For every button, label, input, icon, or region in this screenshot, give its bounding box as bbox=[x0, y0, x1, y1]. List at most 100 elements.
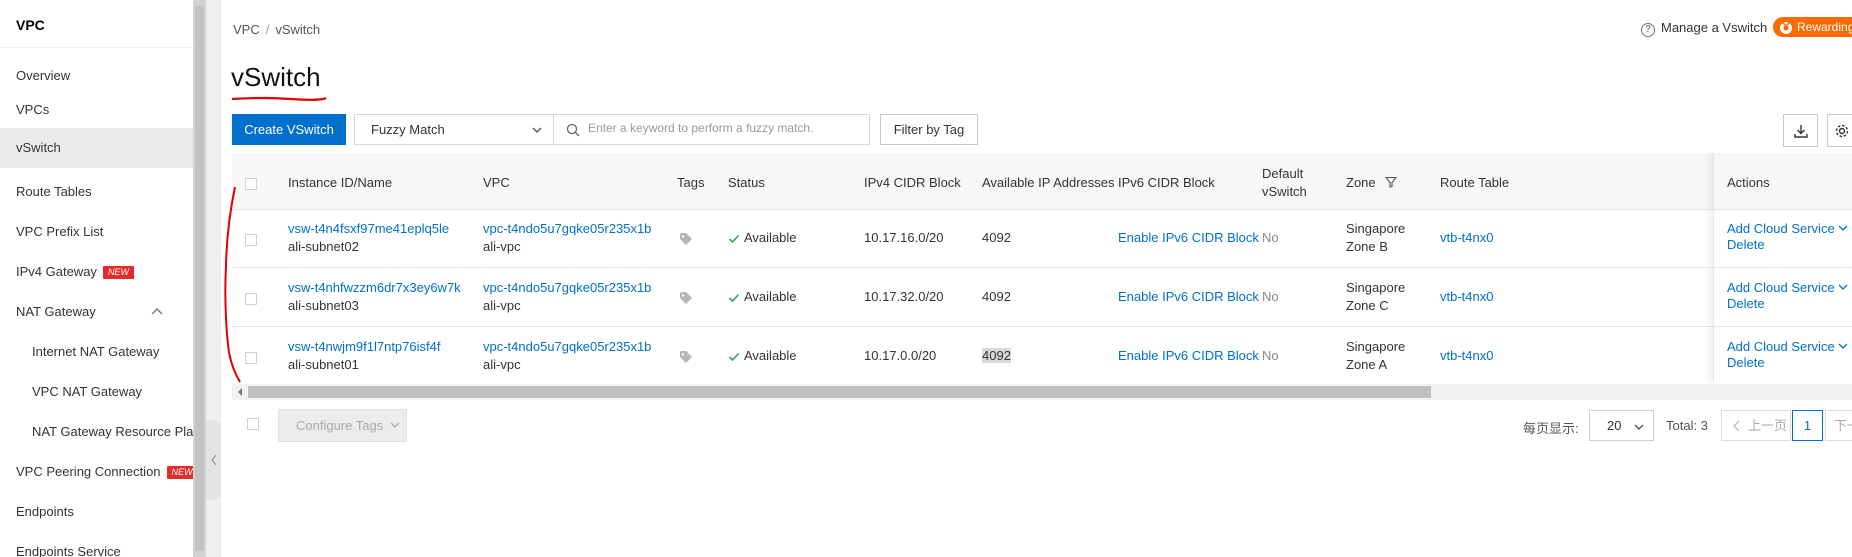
ipv4-cidr: 10.17.0.0/20 bbox=[864, 348, 937, 363]
title-underline-annotation bbox=[231, 96, 327, 101]
header-default-line1: Default bbox=[1262, 166, 1304, 181]
sidebar-item-nat-gateway[interactable]: NAT Gateway bbox=[0, 292, 193, 332]
default-vswitch-value: No bbox=[1262, 289, 1279, 304]
sidebar-item-ipv4-gateway[interactable]: IPv4 Gateway NEW bbox=[0, 252, 193, 292]
sidebar-item-label: Endpoints Service bbox=[16, 544, 121, 557]
sidebar-item-label: Overview bbox=[16, 68, 71, 83]
next-page-button[interactable]: 下一页 bbox=[1825, 410, 1852, 441]
scroll-left-icon[interactable] bbox=[236, 387, 244, 397]
search-box[interactable] bbox=[554, 114, 870, 145]
row-checkbox[interactable] bbox=[245, 293, 257, 305]
page-title: vSwitch bbox=[231, 62, 321, 92]
match-mode-select[interactable]: Fuzzy Match bbox=[354, 114, 554, 145]
delete-link[interactable]: Delete bbox=[1727, 355, 1765, 370]
add-cloud-service-menu[interactable]: Add Cloud Service bbox=[1727, 339, 1848, 354]
sidebar-item-endpoints-service[interactable]: Endpoints Service bbox=[0, 532, 193, 557]
instance-id-link[interactable]: vsw-t4nwjm9f1l7ntp76isf4f bbox=[288, 339, 440, 354]
vpc-name: ali-vpc bbox=[483, 239, 521, 254]
header-zone[interactable]: Zone bbox=[1346, 175, 1398, 190]
gear-icon bbox=[1835, 124, 1849, 138]
settings-button[interactable] bbox=[1827, 114, 1852, 147]
sidebar-item-vpc-nat-gateway[interactable]: VPC NAT Gateway bbox=[0, 372, 193, 412]
row-checkbox[interactable] bbox=[245, 352, 257, 364]
header-status: Status bbox=[728, 175, 765, 190]
enable-ipv6-link[interactable]: Enable IPv6 CIDR Block bbox=[1118, 230, 1259, 245]
new-badge: NEW bbox=[102, 266, 134, 279]
select-all-checkbox[interactable] bbox=[245, 178, 257, 190]
delete-link[interactable]: Delete bbox=[1727, 296, 1765, 311]
route-table-link[interactable]: vtb-t4nx0 bbox=[1440, 348, 1493, 363]
rewarding-banner[interactable]: Rewarding bbox=[1773, 17, 1852, 37]
default-vswitch-value: No bbox=[1262, 230, 1279, 245]
sidebar-item-vpc-prefix-list[interactable]: VPC Prefix List bbox=[0, 212, 193, 252]
sidebar-item-vpcs[interactable]: VPCs bbox=[0, 90, 193, 130]
sidebar-item-endpoints[interactable]: Endpoints bbox=[0, 492, 193, 532]
per-page-select[interactable]: 20 bbox=[1589, 410, 1654, 441]
delete-link[interactable]: Delete bbox=[1727, 237, 1765, 252]
filter-by-tag-button[interactable]: Filter by Tag bbox=[880, 114, 978, 145]
table-row: vsw-t4nhfwzzm6dr7x3ey6w7k ali-subnet03 v… bbox=[232, 269, 1852, 327]
sidebar-item-label: Route Tables bbox=[16, 184, 92, 199]
instance-id-link[interactable]: vsw-t4n4fsxf97me41eplq5le bbox=[288, 221, 449, 236]
tag-icon[interactable] bbox=[679, 232, 693, 246]
sidebar-item-vpc-peering-connection[interactable]: VPC Peering Connection NEW bbox=[0, 452, 198, 492]
download-button[interactable] bbox=[1783, 114, 1818, 147]
search-input[interactable] bbox=[588, 121, 858, 135]
route-table-link[interactable]: vtb-t4nx0 bbox=[1440, 230, 1493, 245]
table-header: Instance ID/Name VPC Tags Status IPv4 CI… bbox=[232, 153, 1852, 210]
zone-name: Zone C bbox=[1346, 298, 1389, 313]
tag-icon[interactable] bbox=[679, 350, 693, 364]
actions-cell: Add Cloud Service Delete bbox=[1714, 328, 1852, 383]
filter-icon[interactable] bbox=[1385, 176, 1398, 188]
instance-id-link[interactable]: vsw-t4nhfwzzm6dr7x3ey6w7k bbox=[288, 280, 461, 295]
collapse-sidebar-button[interactable] bbox=[206, 420, 222, 500]
chevron-down-icon bbox=[1634, 424, 1644, 430]
sidebar-item-internet-nat-gateway[interactable]: Internet NAT Gateway bbox=[0, 332, 193, 372]
enable-ipv6-link[interactable]: Enable IPv6 CIDR Block bbox=[1118, 348, 1259, 363]
status-text: Available bbox=[744, 348, 797, 363]
table-row: vsw-t4nwjm9f1l7ntp76isf4f ali-subnet01 v… bbox=[232, 328, 1852, 383]
sidebar-item-label: VPC Peering Connection bbox=[16, 464, 161, 479]
sidebar-item-nat-gateway-resource-plan[interactable]: NAT Gateway Resource Plan bbox=[0, 412, 201, 452]
route-table-link[interactable]: vtb-t4nx0 bbox=[1440, 289, 1493, 304]
add-cloud-service-label: Add Cloud Service bbox=[1727, 339, 1835, 354]
page-1-button[interactable]: 1 bbox=[1792, 410, 1823, 441]
add-cloud-service-menu[interactable]: Add Cloud Service bbox=[1727, 221, 1848, 236]
row-checkbox[interactable] bbox=[245, 234, 257, 246]
breadcrumb-root[interactable]: VPC bbox=[233, 22, 260, 37]
enable-ipv6-link[interactable]: Enable IPv6 CIDR Block bbox=[1118, 289, 1259, 304]
manage-vswitch-link[interactable]: ? Manage a Vswitch bbox=[1641, 20, 1767, 37]
select-all-bottom-checkbox[interactable] bbox=[247, 418, 259, 430]
sidebar-scrollbar-thumb[interactable] bbox=[195, 6, 204, 551]
prev-page-button[interactable]: 上一页 bbox=[1721, 410, 1791, 441]
check-icon bbox=[728, 352, 740, 362]
instance-name: ali-subnet03 bbox=[288, 298, 359, 313]
sidebar-item-label: NAT Gateway bbox=[16, 304, 96, 319]
actions-header: Actions bbox=[1714, 153, 1852, 210]
configure-tags-label: Configure Tags bbox=[296, 418, 384, 433]
configure-tags-button[interactable]: Configure Tags bbox=[278, 409, 407, 442]
sidebar-item-label: vSwitch bbox=[16, 140, 61, 155]
sidebar-item-route-tables[interactable]: Route Tables bbox=[0, 172, 193, 212]
vpc-id-link[interactable]: vpc-t4ndo5u7gqke05r235x1b bbox=[483, 339, 651, 354]
tag-icon[interactable] bbox=[679, 291, 693, 305]
header-available-ip: Available IP Addresses bbox=[982, 175, 1115, 190]
per-page-value: 20 bbox=[1607, 418, 1622, 433]
add-cloud-service-menu[interactable]: Add Cloud Service bbox=[1727, 280, 1848, 295]
sidebar-item-label: VPC NAT Gateway bbox=[32, 384, 143, 399]
vpc-id-link[interactable]: vpc-t4ndo5u7gqke05r235x1b bbox=[483, 221, 651, 236]
header-instance: Instance ID/Name bbox=[288, 175, 393, 190]
header-zone-label: Zone bbox=[1346, 175, 1376, 190]
header-default-line2: vSwitch bbox=[1262, 184, 1307, 199]
search-icon bbox=[566, 123, 580, 137]
sidebar: VPC Overview VPCs vSwitch Route Tables V… bbox=[0, 0, 201, 557]
header-vpc: VPC bbox=[483, 175, 510, 190]
create-vswitch-button[interactable]: Create VSwitch bbox=[232, 114, 346, 145]
scrollbar-thumb[interactable] bbox=[248, 386, 1431, 398]
sidebar-item-vswitch[interactable]: vSwitch bbox=[0, 128, 193, 168]
vpc-name: ali-vpc bbox=[483, 357, 521, 372]
prev-page-label: 上一页 bbox=[1748, 418, 1788, 433]
vpc-id-link[interactable]: vpc-t4ndo5u7gqke05r235x1b bbox=[483, 280, 651, 295]
table-horizontal-scrollbar[interactable] bbox=[232, 384, 1852, 400]
main-content: VPC / vSwitch vSwitch ? Manage a Vswitch Re… bbox=[221, 0, 1852, 557]
